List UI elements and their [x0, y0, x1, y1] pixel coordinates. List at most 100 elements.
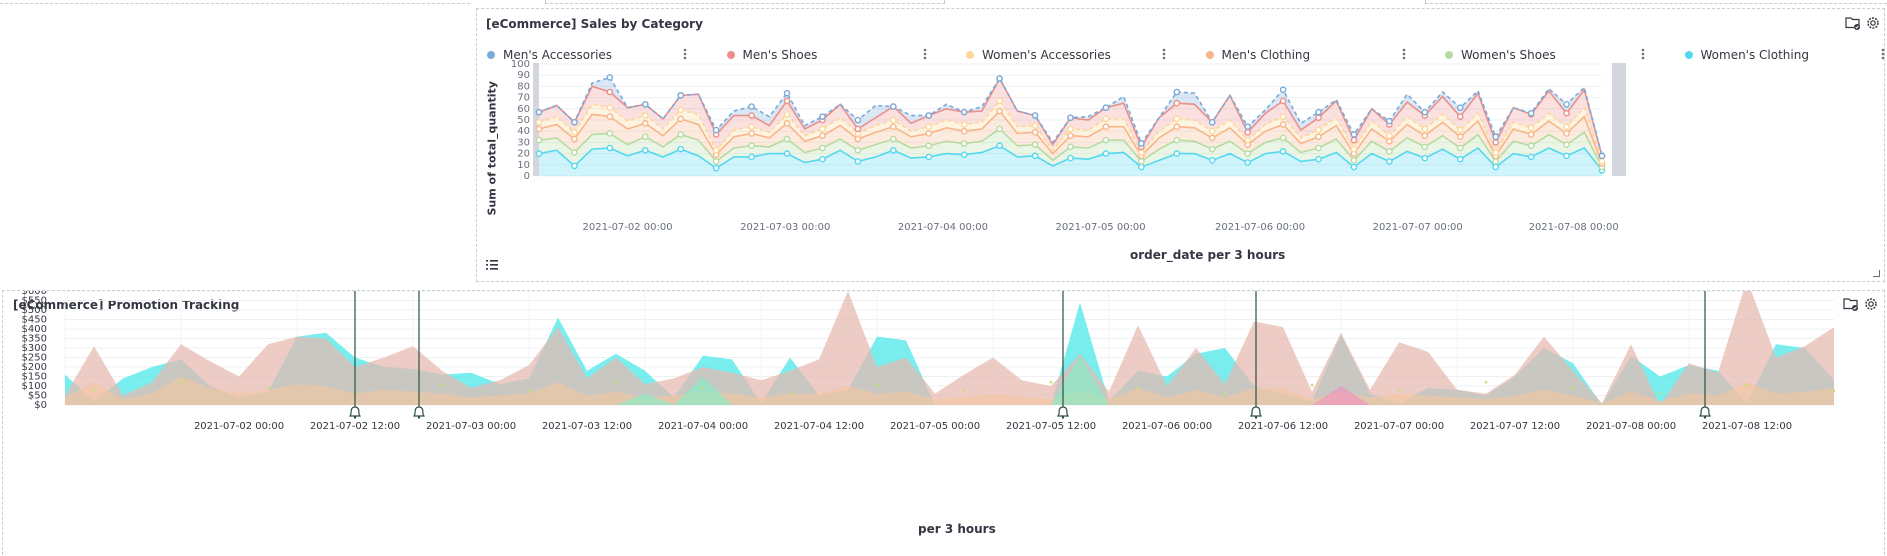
bell-icon[interactable]	[349, 406, 361, 419]
data-point[interactable]	[1031, 122, 1039, 129]
data-point[interactable]	[1173, 115, 1181, 123]
data-point[interactable]	[571, 118, 578, 126]
data-point[interactable]	[1350, 157, 1358, 164]
data-point[interactable]	[996, 125, 1003, 133]
data-point[interactable]	[1492, 158, 1500, 165]
data-point[interactable]	[819, 144, 826, 152]
data-point[interactable]	[1138, 158, 1145, 165]
data-point[interactable]	[1067, 143, 1074, 151]
data-point[interactable]	[606, 113, 614, 120]
data-point[interactable]	[1102, 104, 1110, 111]
data-point[interactable]	[1031, 141, 1039, 148]
data-point[interactable]	[854, 116, 862, 124]
data-point[interactable]	[996, 97, 1003, 105]
data-point[interactable]	[606, 130, 614, 137]
data-point[interactable]	[1563, 130, 1570, 137]
data-point[interactable]	[960, 121, 968, 128]
data-point[interactable]	[783, 111, 791, 118]
data-point[interactable]	[712, 158, 720, 165]
data-point[interactable]	[1244, 123, 1251, 131]
data-point[interactable]	[606, 144, 614, 152]
data-point[interactable]	[641, 120, 649, 127]
data-point[interactable]	[1527, 153, 1535, 161]
data-point[interactable]	[1208, 145, 1216, 153]
data-point[interactable]	[1138, 163, 1145, 171]
data-point[interactable]	[1279, 113, 1287, 120]
brush-edge-right[interactable]	[1612, 63, 1626, 176]
data-point[interactable]	[1527, 142, 1535, 150]
data-point[interactable]	[1456, 113, 1464, 120]
data-point[interactable]	[1138, 149, 1145, 156]
data-point[interactable]	[1173, 99, 1181, 107]
data-point[interactable]	[1315, 144, 1322, 152]
data-point[interactable]	[1067, 114, 1074, 122]
data-point[interactable]	[1492, 133, 1500, 141]
data-point[interactable]	[854, 125, 862, 133]
data-point[interactable]	[535, 118, 543, 126]
data-point[interactable]	[1527, 109, 1535, 117]
data-point[interactable]	[1244, 150, 1251, 157]
data-point[interactable]	[748, 130, 755, 137]
data-point[interactable]	[1598, 152, 1606, 160]
data-point[interactable]	[1563, 109, 1570, 117]
data-point[interactable]	[571, 129, 578, 136]
data-point[interactable]	[571, 149, 578, 156]
data-point[interactable]	[1350, 136, 1358, 144]
data-point[interactable]	[1527, 131, 1535, 138]
data-point[interactable]	[748, 112, 755, 119]
data-point[interactable]	[890, 103, 897, 110]
data-point[interactable]	[1350, 145, 1358, 153]
data-point[interactable]	[890, 146, 897, 154]
resize-handle-icon[interactable]	[1873, 270, 1880, 277]
data-point[interactable]	[1173, 150, 1181, 157]
data-point[interactable]	[960, 127, 968, 135]
bell-icon[interactable]	[413, 406, 425, 419]
data-point[interactable]	[783, 89, 791, 97]
data-point[interactable]	[535, 136, 543, 144]
data-point[interactable]	[606, 74, 614, 81]
bell-icon[interactable]	[1699, 406, 1711, 419]
data-point[interactable]	[1173, 136, 1181, 144]
data-point[interactable]	[1173, 123, 1181, 131]
data-point[interactable]	[1421, 108, 1429, 116]
data-point[interactable]	[535, 125, 543, 133]
data-point[interactable]	[1386, 158, 1393, 165]
data-point[interactable]	[1102, 150, 1110, 157]
list-icon[interactable]	[485, 257, 501, 273]
data-point[interactable]	[783, 135, 791, 143]
data-point[interactable]	[1208, 118, 1216, 126]
data-point[interactable]	[1421, 143, 1429, 151]
data-point[interactable]	[1386, 117, 1393, 125]
data-point[interactable]	[712, 164, 720, 172]
data-point[interactable]	[1492, 139, 1500, 146]
data-point[interactable]	[1492, 149, 1500, 156]
data-point[interactable]	[925, 142, 933, 150]
data-point[interactable]	[641, 146, 649, 154]
data-point[interactable]	[960, 140, 968, 147]
data-point[interactable]	[1315, 126, 1322, 134]
data-point[interactable]	[1244, 136, 1251, 144]
data-point[interactable]	[1244, 159, 1251, 166]
data-point[interactable]	[1208, 127, 1216, 135]
data-point[interactable]	[1456, 104, 1464, 111]
data-point[interactable]	[819, 125, 826, 133]
data-point[interactable]	[854, 158, 862, 165]
data-point[interactable]	[677, 131, 685, 138]
data-point[interactable]	[641, 133, 649, 141]
data-point[interactable]	[571, 135, 578, 143]
data-point[interactable]	[748, 153, 755, 161]
data-point[interactable]	[1386, 148, 1393, 155]
data-point[interactable]	[925, 112, 933, 119]
data-point[interactable]	[783, 120, 791, 127]
data-point[interactable]	[1102, 123, 1110, 131]
data-point[interactable]	[1067, 132, 1074, 139]
data-point[interactable]	[1279, 86, 1287, 94]
data-point[interactable]	[890, 135, 897, 143]
data-point[interactable]	[677, 145, 685, 153]
data-point[interactable]	[1527, 124, 1535, 132]
data-point[interactable]	[1173, 88, 1181, 96]
data-point[interactable]	[783, 97, 791, 105]
data-point[interactable]	[677, 92, 685, 99]
data-point[interactable]	[1315, 155, 1322, 163]
data-point[interactable]	[854, 135, 862, 143]
